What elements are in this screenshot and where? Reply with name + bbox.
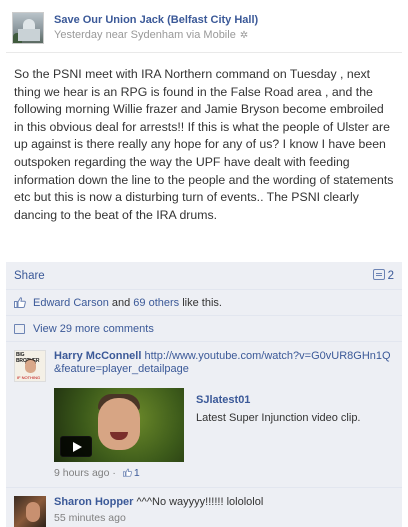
post-body-text: So the PSNI meet with IRA Northern comma… bbox=[14, 67, 394, 222]
post-meta-text[interactable]: Yesterday near Sydenham via Mobile bbox=[54, 29, 236, 41]
comment-time[interactable]: 55 minutes ago bbox=[54, 512, 126, 524]
ufi-area: Share 2 Edward Carson and 69 others like… bbox=[6, 262, 402, 527]
likes-others-link[interactable]: 69 others bbox=[133, 297, 179, 309]
comment-text: Harry McConnell http://www.youtube.com/w… bbox=[54, 350, 394, 376]
page-avatar[interactable] bbox=[12, 12, 44, 44]
comment: Sharon Hopper ^^^No wayyyy!!!!!! lololol… bbox=[6, 488, 402, 527]
likes-and: and bbox=[108, 297, 134, 309]
likes-row: Edward Carson and 69 others like this. bbox=[6, 290, 402, 316]
share-row: Share 2 bbox=[6, 262, 402, 290]
share-count[interactable]: 2 bbox=[372, 269, 394, 282]
comment-time[interactable]: 9 hours ago bbox=[54, 467, 109, 479]
comments-icon bbox=[14, 324, 25, 334]
view-more-comments-row: View 29 more comments bbox=[6, 316, 402, 342]
comment-meta: 9 hours ago · 1 bbox=[54, 467, 140, 479]
liker-name-link[interactable]: Edward Carson bbox=[33, 297, 109, 309]
likes-suffix: like this. bbox=[179, 297, 222, 309]
share-link[interactable]: Share bbox=[14, 270, 45, 282]
attachment-description: Latest Super Injunction video clip. bbox=[196, 412, 361, 424]
play-icon[interactable] bbox=[60, 436, 92, 457]
comment: BIG BROTHER IF NOTHING Harry McConnell h… bbox=[6, 342, 402, 488]
comment-text: Sharon Hopper ^^^No wayyyy!!!!!! lololol… bbox=[54, 496, 263, 508]
share-count-icon bbox=[372, 269, 385, 280]
share-count-value: 2 bbox=[387, 270, 394, 282]
video-thumbnail[interactable] bbox=[54, 388, 184, 462]
page-name-link[interactable]: Save Our Union Jack (Belfast City Hall) bbox=[54, 14, 258, 26]
view-more-comments-link[interactable]: View 29 more comments bbox=[33, 323, 154, 335]
comment-like-icon bbox=[122, 468, 132, 477]
header-divider bbox=[6, 52, 402, 53]
comment-body: ^^^No wayyyy!!!!!! lolololol bbox=[133, 496, 264, 508]
post-header: Save Our Union Jack (Belfast City Hall) … bbox=[6, 12, 402, 48]
likes-summary: Edward Carson and 69 others like this. bbox=[33, 297, 222, 309]
comment-like-count[interactable]: 1 bbox=[134, 467, 140, 479]
avatar-text-bottom: IF NOTHING bbox=[17, 375, 41, 380]
comment-author-link[interactable]: Harry McConnell bbox=[54, 350, 141, 362]
avatar[interactable]: BIG BROTHER IF NOTHING bbox=[14, 350, 46, 382]
post-meta: Yesterday near Sydenham via Mobile ✲ bbox=[54, 29, 248, 41]
attachment-title-link[interactable]: SJlatest01 bbox=[196, 394, 250, 406]
comment-author-link[interactable]: Sharon Hopper bbox=[54, 496, 133, 508]
comment-meta-sep: · bbox=[109, 467, 119, 479]
like-thumb-icon bbox=[14, 297, 26, 308]
gear-icon[interactable]: ✲ bbox=[240, 30, 248, 41]
avatar[interactable] bbox=[14, 496, 46, 527]
